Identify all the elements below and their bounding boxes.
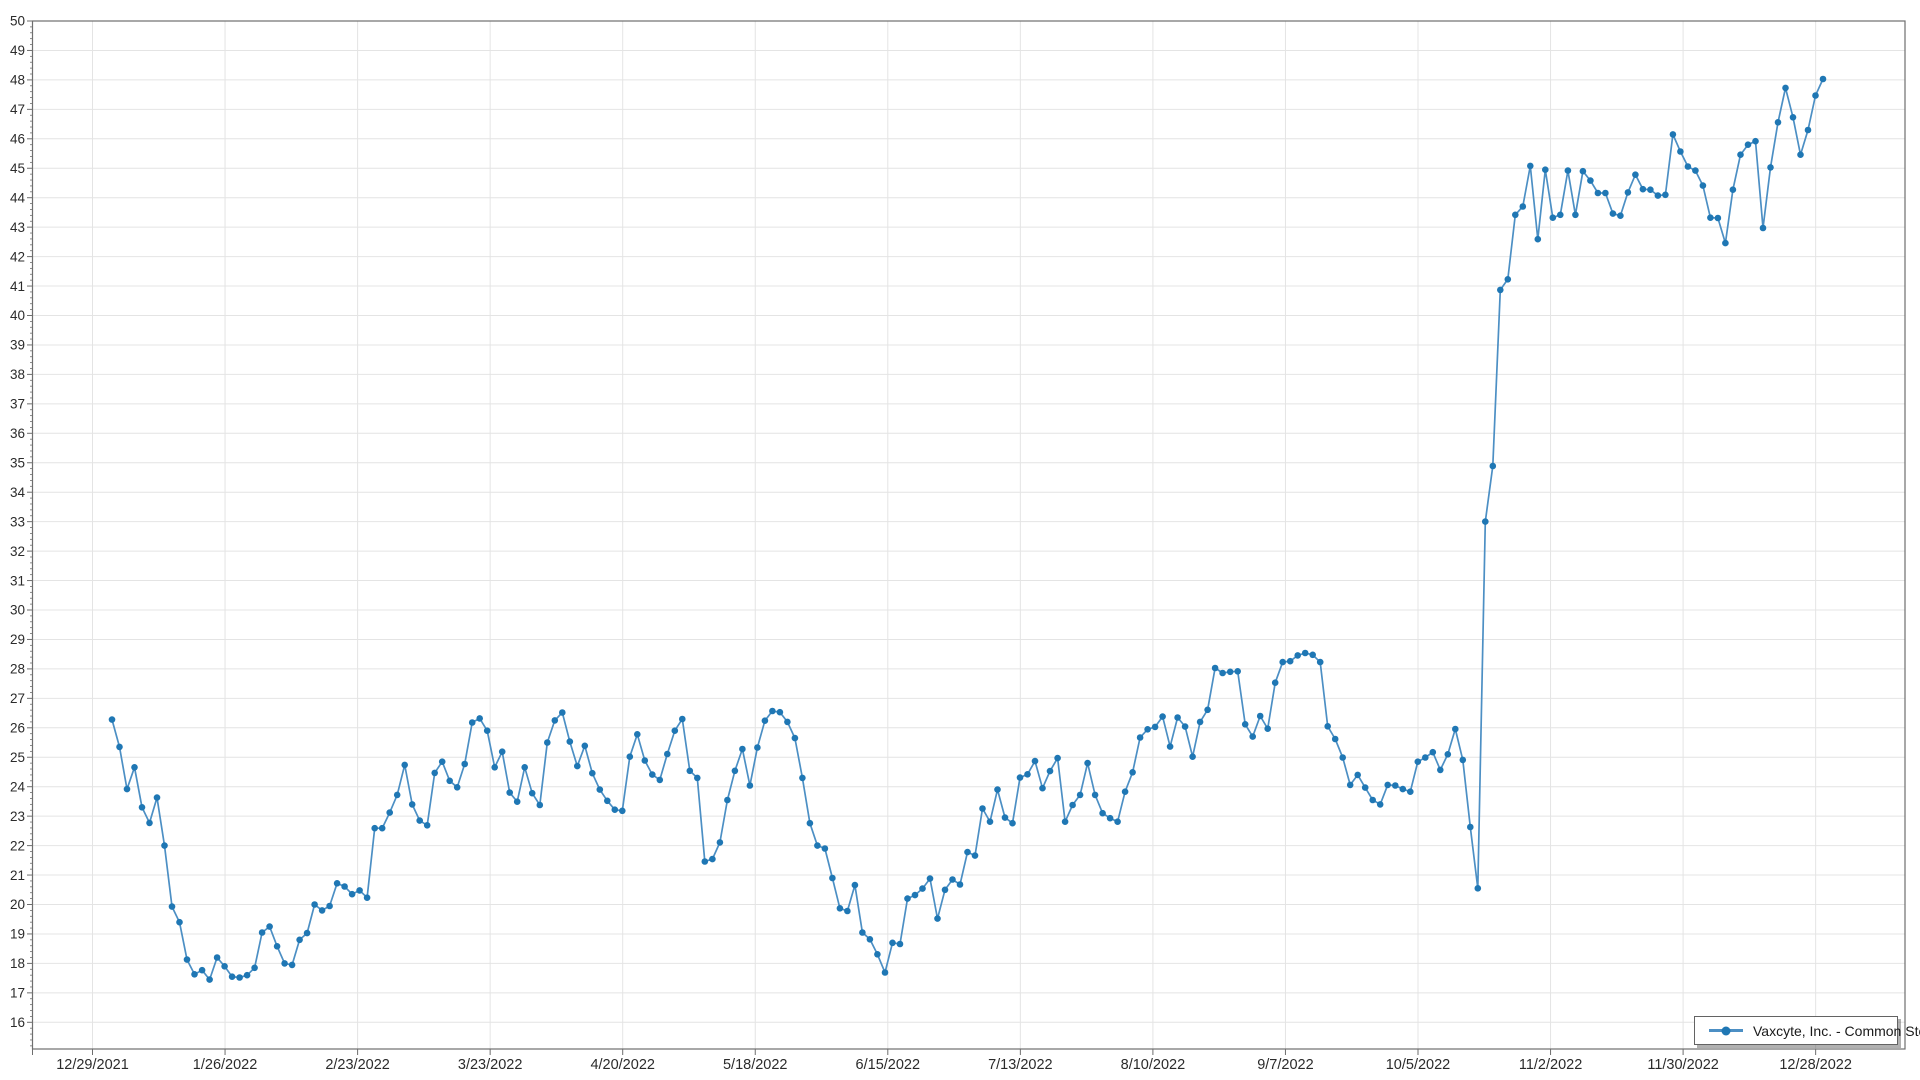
y-axis-label: 32: [10, 544, 25, 559]
x-axis-label: 12/29/2021: [56, 1057, 129, 1073]
y-axis-label: 18: [10, 956, 25, 971]
y-axis-label: 49: [10, 43, 25, 58]
stock-price-chart: 50 49 48 47 46 45 44 43 42 41 40 39 38 37 36 35 34 33 32 31…: [0, 0, 1920, 1080]
y-axis-label: 22: [10, 838, 25, 853]
x-axis-label: 9/7/2022: [1257, 1057, 1313, 1073]
x-axis-label: 7/13/2022: [988, 1057, 1053, 1073]
y-axis-label: 36: [10, 426, 25, 441]
y-axis-label: 42: [10, 249, 25, 264]
y-axis-label: 47: [10, 102, 25, 117]
x-axis-label: 4/20/2022: [590, 1057, 655, 1073]
x-axis-label: 8/10/2022: [1121, 1057, 1186, 1073]
x-axis-label: 2/23/2022: [325, 1057, 390, 1073]
chart-window: 50 49 48 47 46 45 44 43 42 41 40 39 38 37 36 35 34 33 32 31…: [0, 0, 1920, 1080]
y-axis-label: 40: [10, 308, 25, 323]
y-axis-label: 23: [10, 809, 25, 824]
x-axis-label: 6/15/2022: [856, 1057, 921, 1073]
y-axis-label: 44: [10, 190, 26, 205]
price-markers: [109, 76, 1827, 983]
y-axis-label: 16: [10, 1015, 25, 1030]
y-axis-label: 20: [10, 897, 25, 912]
y-axis-label: 46: [10, 132, 25, 147]
price-line: [112, 79, 1823, 980]
x-axis-label: 11/30/2022: [1647, 1057, 1719, 1073]
y-axis-label: 19: [10, 927, 25, 942]
y-axis-label: 31: [10, 573, 25, 588]
x-axis-label: 3/23/2022: [458, 1057, 523, 1073]
y-axis-label: 34: [10, 485, 26, 500]
y-axis-label: 28: [10, 662, 25, 677]
y-axis-label: 17: [10, 986, 25, 1001]
plot-frame: [33, 21, 1906, 1049]
y-axis-label: 25: [10, 750, 25, 765]
x-axis-label: 10/5/2022: [1386, 1057, 1451, 1073]
y-axis-label: 21: [10, 868, 25, 883]
y-axis-label: 41: [10, 279, 25, 294]
y-axis-label: 43: [10, 220, 25, 235]
y-axis-label: 30: [10, 603, 25, 618]
y-axis-label: 33: [10, 514, 25, 529]
x-axis-label: 11/2/2022: [1519, 1057, 1582, 1073]
y-axis-label: 38: [10, 367, 25, 382]
y-axis-label: 27: [10, 691, 25, 706]
line-marker-icon: [1709, 1029, 1743, 1032]
legend[interactable]: Vaxcyte, Inc. - Common Stock: [1694, 1016, 1898, 1045]
y-axis-label: 35: [10, 455, 25, 470]
y-axis-label: 39: [10, 338, 25, 353]
x-axis-label: 12/28/2022: [1779, 1057, 1852, 1073]
y-axis-label: 37: [10, 397, 25, 412]
x-axis-label: 1/26/2022: [193, 1057, 258, 1073]
legend-label: Vaxcyte, Inc. - Common Stock: [1753, 1023, 1920, 1039]
y-axis-label: 24: [10, 779, 26, 794]
y-axis-label: 45: [10, 161, 25, 176]
y-axis-label: 26: [10, 721, 25, 736]
y-axis-label: 48: [10, 73, 25, 88]
y-axis-label: 29: [10, 632, 25, 647]
x-axis-label: 5/18/2022: [723, 1057, 788, 1073]
y-axis-label: 50: [10, 14, 25, 29]
